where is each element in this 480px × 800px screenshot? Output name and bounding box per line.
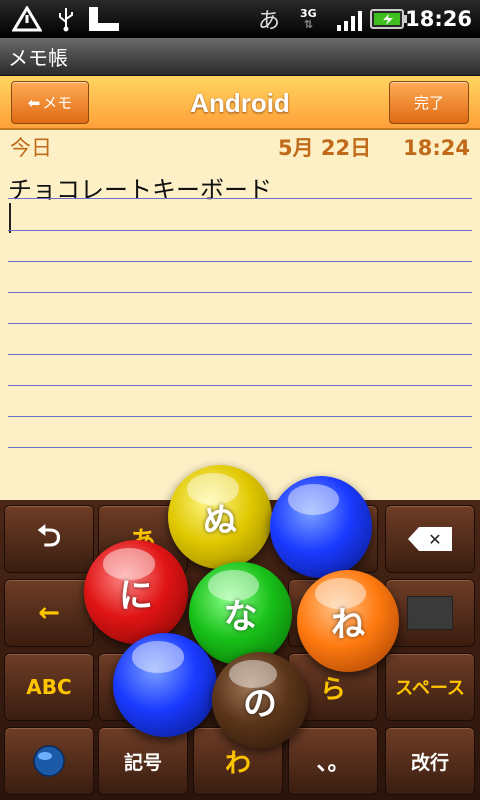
cursor-left-key[interactable]: ← [4, 579, 94, 647]
flick-right-label: ね [331, 604, 365, 645]
ruled-line [8, 416, 472, 417]
note-text[interactable]: チョコレートキーボード [8, 170, 272, 205]
flick-center-na[interactable]: な [189, 562, 292, 665]
ruled-line [8, 292, 472, 293]
battery-charging-icon [370, 9, 407, 29]
punctuation-key[interactable]: 、。 [288, 727, 378, 795]
ruled-line [8, 230, 472, 231]
globe-key[interactable] [4, 727, 94, 795]
backspace-x: ✕ [428, 530, 441, 549]
note-time: 18:24 [403, 136, 470, 160]
usb-icon [59, 8, 73, 32]
data-arrows-icon: ⇅ [303, 18, 313, 31]
globe-icon [33, 745, 65, 777]
backspace-icon: ✕ [408, 527, 452, 551]
done-button[interactable]: 完了 [389, 81, 469, 124]
signal-icon [337, 11, 362, 31]
note-day: 今日 [10, 136, 52, 160]
text-cursor [9, 203, 11, 233]
abc-key[interactable]: ABC [4, 653, 94, 721]
ime-indicator: あ [258, 9, 281, 34]
network-3g-icon: 3G ⇅ [300, 0, 317, 38]
sd-card-icon [89, 7, 119, 31]
status-time: 18:26 [405, 7, 472, 31]
status-bar: あ 3G ⇅ 18:26 [0, 0, 480, 38]
flick-center-label: な [223, 597, 258, 637]
app-title: メモ帳 [8, 46, 68, 70]
flick-up-nu[interactable]: ぬ [168, 465, 272, 569]
flick-upright-orb [270, 476, 372, 578]
symbols-key[interactable]: 記号 [98, 727, 188, 795]
flick-down-label: の [243, 683, 277, 724]
delete-key[interactable]: ✕ [385, 505, 475, 573]
flick-left-ni[interactable]: に [84, 540, 188, 644]
flick-down-no[interactable]: の [212, 652, 308, 748]
app-title-bar: メモ帳 [0, 38, 480, 76]
note-header: ⬅ メモ Android 完了 [0, 76, 480, 130]
cursor-right-pad [407, 596, 453, 630]
ruled-line [8, 354, 472, 355]
note-date: 5月 22日 [278, 136, 372, 160]
enter-key[interactable]: 改行 [385, 727, 475, 795]
flick-right-ne[interactable]: ね [297, 570, 399, 672]
ruled-line [8, 198, 472, 199]
flick-downleft-orb [113, 633, 217, 737]
flick-up-label: ぬ [203, 500, 237, 541]
undo-icon: ⮌ [36, 518, 62, 554]
space-key[interactable]: スペース [385, 653, 475, 721]
ruled-line [8, 385, 472, 386]
ruled-line [8, 261, 472, 262]
undo-key[interactable]: ⮌ [4, 505, 94, 573]
ruled-line [8, 323, 472, 324]
ruled-line [8, 447, 472, 448]
notification-warning-icon [12, 6, 42, 32]
flick-left-label: に [119, 575, 153, 616]
note-editor[interactable]: 今日 5月 22日 18:24 チョコレートキーボード [0, 130, 480, 500]
